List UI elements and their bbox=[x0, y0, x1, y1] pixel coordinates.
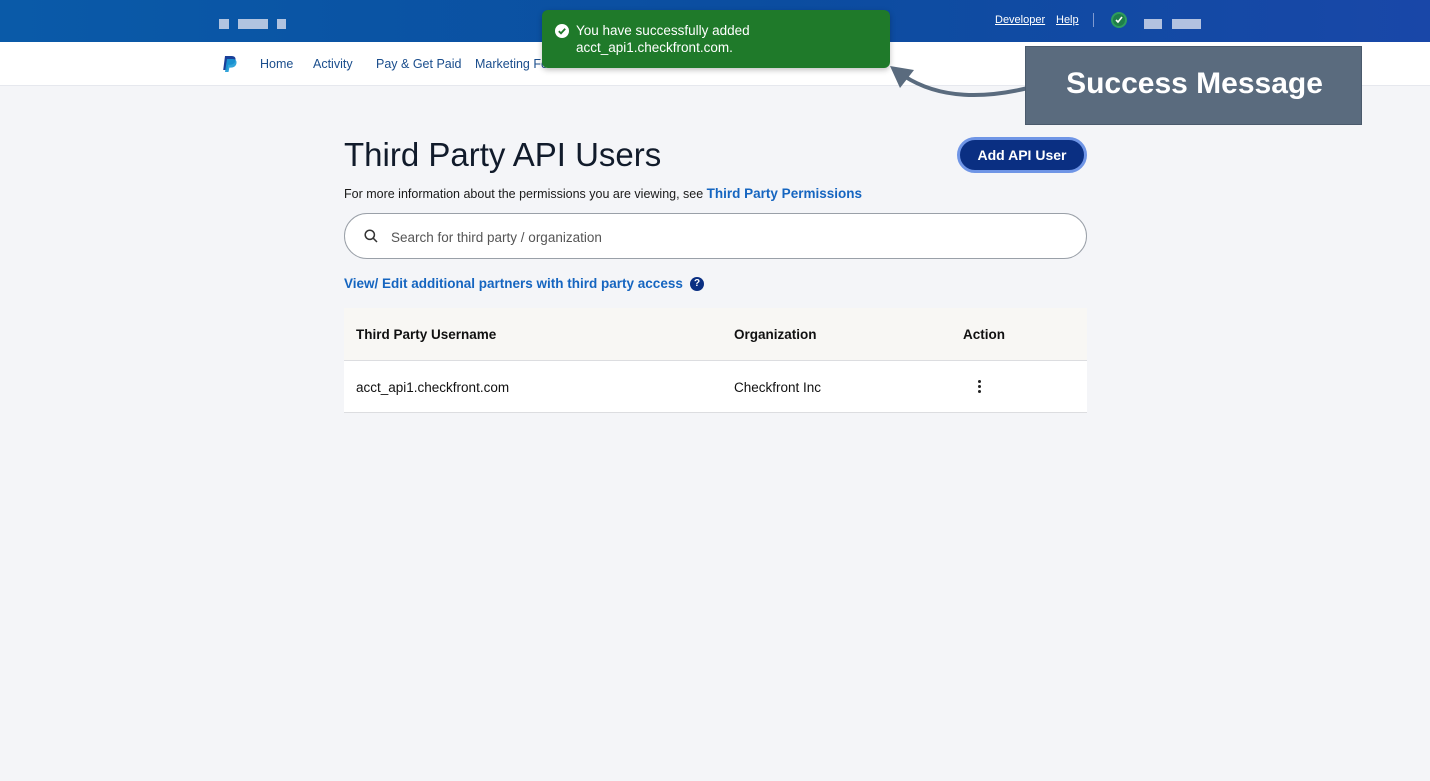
paypal-logo-icon[interactable] bbox=[222, 55, 238, 73]
redacted-account-name bbox=[219, 19, 229, 29]
redacted-account-name bbox=[277, 19, 286, 29]
redacted-user-name bbox=[1172, 19, 1201, 29]
cell-organization: Checkfront Inc bbox=[734, 380, 822, 395]
header-username: Third Party Username bbox=[356, 327, 497, 342]
header-action: Action bbox=[963, 327, 1005, 342]
page-title: Third Party API Users bbox=[344, 136, 662, 173]
edit-partners-link[interactable]: View/ Edit additional partners with thir… bbox=[344, 276, 683, 291]
annotation-label: Success Message bbox=[1025, 46, 1362, 125]
header-organization: Organization bbox=[734, 327, 817, 342]
redacted-account-name bbox=[238, 19, 268, 29]
success-toast: You have successfully added acct_api1.ch… bbox=[542, 10, 890, 68]
annotation-text: Success Message bbox=[1066, 67, 1323, 100]
help-circle-icon[interactable]: ? bbox=[690, 277, 704, 291]
topbar-divider bbox=[1093, 13, 1094, 27]
permissions-info: For more information about the permissio… bbox=[344, 186, 862, 201]
check-circle-icon bbox=[555, 24, 569, 38]
shield-icon[interactable] bbox=[1111, 12, 1127, 28]
table-row: acct_api1.checkfront.com Checkfront Inc bbox=[344, 361, 1087, 413]
annotation-arrow-icon bbox=[890, 66, 1029, 98]
help-link[interactable]: Help bbox=[1056, 14, 1079, 26]
search-input[interactable] bbox=[391, 226, 991, 248]
developer-link[interactable]: Developer bbox=[995, 14, 1045, 26]
toast-message-line-1: You have successfully added bbox=[576, 23, 750, 38]
third-party-permissions-link[interactable]: Third Party Permissions bbox=[707, 186, 862, 201]
search-bar[interactable] bbox=[344, 213, 1087, 259]
add-api-user-button[interactable]: Add API User bbox=[957, 137, 1087, 173]
row-actions-kebab-icon[interactable] bbox=[972, 378, 988, 396]
search-icon bbox=[364, 229, 378, 243]
nav-activity[interactable]: Activity bbox=[313, 57, 353, 71]
redacted-user-name bbox=[1144, 19, 1162, 29]
toast-message-line-2: acct_api1.checkfront.com. bbox=[576, 40, 733, 55]
api-users-table: Third Party Username Organization Action… bbox=[344, 308, 1087, 413]
cell-username: acct_api1.checkfront.com bbox=[356, 380, 510, 395]
nav-pay-and-get-paid[interactable]: Pay & Get Paid bbox=[376, 57, 461, 71]
permissions-info-text: For more information about the permissio… bbox=[344, 187, 707, 201]
table-header: Third Party Username Organization Action bbox=[344, 308, 1087, 361]
nav-home[interactable]: Home bbox=[260, 57, 293, 71]
